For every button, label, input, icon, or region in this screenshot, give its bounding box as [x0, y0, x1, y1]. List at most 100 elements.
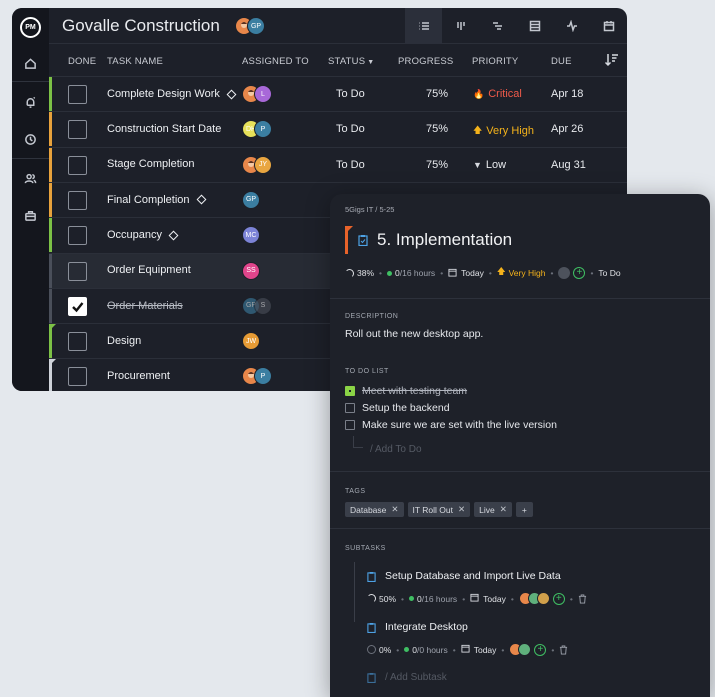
- task-name[interactable]: Complete Design Work: [107, 77, 237, 111]
- subtask-progress[interactable]: 50%: [379, 594, 396, 604]
- task-progress[interactable]: 75%: [426, 88, 448, 100]
- column-header-done[interactable]: DONE: [68, 56, 96, 67]
- trash-icon[interactable]: [559, 645, 568, 655]
- task-hours[interactable]: 0/16 hours: [395, 268, 435, 278]
- todo-item[interactable]: Make sure we are set with the live versi…: [345, 419, 557, 431]
- board-view-icon[interactable]: [442, 8, 479, 44]
- done-checkbox[interactable]: [68, 261, 87, 281]
- add-assignee-icon[interactable]: +: [573, 267, 586, 279]
- done-checkbox[interactable]: [68, 226, 87, 246]
- gantt-view-icon[interactable]: [479, 8, 516, 44]
- assignees[interactable]: GP S: [242, 296, 272, 315]
- task-name[interactable]: Procurement: [107, 359, 235, 391]
- avatar[interactable]: [518, 643, 532, 656]
- breadcrumb[interactable]: 5Gigs IT / 5-25: [345, 205, 394, 214]
- add-todo-input[interactable]: / Add To Do: [370, 444, 422, 455]
- bell-icon[interactable]: [12, 89, 49, 115]
- task-title[interactable]: 5. Implementation: [377, 230, 512, 250]
- trash-icon[interactable]: [578, 594, 587, 604]
- avatar[interactable]: GP: [247, 17, 265, 35]
- add-assignee-icon[interactable]: +: [534, 643, 547, 656]
- task-progress[interactable]: 38%: [357, 268, 374, 278]
- assignees[interactable]: SS: [242, 261, 260, 280]
- task-name[interactable]: Order Materials: [107, 289, 235, 323]
- avatar[interactable]: [536, 592, 550, 605]
- done-checkbox[interactable]: [68, 190, 87, 210]
- done-checkbox[interactable]: [68, 332, 87, 352]
- subtask-hours[interactable]: 0/0 hours: [412, 645, 447, 655]
- done-checkbox[interactable]: [68, 85, 87, 104]
- remove-tag-icon[interactable]: ✕: [458, 504, 465, 515]
- column-header-priority[interactable]: PRIORITY: [472, 56, 518, 67]
- avatar[interactable]: SS: [242, 261, 260, 280]
- assignees[interactable]: L: [242, 85, 272, 103]
- assignees[interactable]: MC: [242, 226, 260, 245]
- subtask-date[interactable]: Today: [483, 594, 506, 604]
- task-priority[interactable]: ▼ Low: [473, 159, 506, 171]
- task-due-date[interactable]: Aug 31: [551, 159, 586, 171]
- table-view-icon[interactable]: [516, 8, 553, 44]
- task-row[interactable]: Construction Start Date DH P To Do 75% 🡅 Very …: [49, 111, 627, 147]
- task-name[interactable]: Final Completion: [107, 183, 235, 217]
- task-name[interactable]: Order Equipment: [107, 254, 235, 288]
- avatar[interactable]: S: [254, 296, 272, 315]
- clock-icon[interactable]: [12, 126, 49, 152]
- list-view-icon[interactable]: [405, 8, 442, 44]
- avatar[interactable]: JW: [242, 332, 260, 351]
- task-name[interactable]: Design: [107, 324, 235, 358]
- done-checkbox[interactable]: [68, 296, 87, 316]
- column-header-status[interactable]: STATUS ▼: [328, 56, 374, 67]
- tag-chip[interactable]: Live ✕: [474, 502, 512, 517]
- add-tag-button[interactable]: +: [515, 502, 533, 517]
- task-due-date[interactable]: Apr 26: [551, 123, 583, 135]
- task-status[interactable]: To Do: [598, 268, 620, 278]
- remove-tag-icon[interactable]: ✕: [500, 504, 507, 515]
- task-name[interactable]: Occupancy: [107, 218, 235, 252]
- todo-item[interactable]: Setup the backend: [345, 402, 450, 414]
- task-progress[interactable]: 75%: [426, 159, 448, 171]
- task-name[interactable]: Stage Completion: [107, 148, 235, 182]
- assignees[interactable]: GP: [242, 190, 260, 209]
- avatar[interactable]: L: [254, 85, 272, 103]
- task-date[interactable]: Today: [461, 268, 484, 278]
- task-priority[interactable]: 🔥 Critical: [473, 88, 522, 100]
- app-logo[interactable]: PM: [20, 17, 41, 38]
- avatar[interactable]: MC: [242, 226, 260, 245]
- remove-tag-icon[interactable]: ✕: [391, 504, 398, 515]
- assignees[interactable]: P: [242, 367, 272, 386]
- todo-checkbox[interactable]: [345, 403, 355, 413]
- briefcase-icon[interactable]: [12, 202, 49, 228]
- task-progress[interactable]: 75%: [426, 123, 448, 135]
- avatar[interactable]: GP: [242, 190, 260, 209]
- avatar[interactable]: P: [254, 120, 272, 139]
- users-icon[interactable]: [12, 165, 49, 191]
- column-header-due[interactable]: DUE: [551, 56, 572, 67]
- todo-checkbox[interactable]: [345, 386, 355, 396]
- column-header-assigned[interactable]: ASSIGNED TO: [242, 56, 309, 67]
- avatar[interactable]: JY: [254, 155, 272, 174]
- column-header-progress[interactable]: PROGRESS: [398, 56, 453, 67]
- assignees[interactable]: JY: [242, 155, 272, 174]
- done-checkbox[interactable]: [68, 155, 87, 175]
- project-members[interactable]: GP: [235, 17, 265, 35]
- task-priority[interactable]: 🡅 Very High: [473, 123, 534, 139]
- dashboard-view-icon[interactable]: [553, 8, 590, 44]
- todo-item[interactable]: Meet with testing team: [345, 385, 467, 397]
- todo-checkbox[interactable]: [345, 420, 355, 430]
- task-priority[interactable]: Very High: [509, 268, 546, 278]
- avatar[interactable]: P: [254, 367, 272, 386]
- subtask-date[interactable]: Today: [474, 645, 497, 655]
- assignees[interactable]: JW: [242, 332, 260, 351]
- column-header-task-name[interactable]: TASK NAME: [107, 56, 163, 67]
- task-name[interactable]: Construction Start Date: [107, 112, 235, 146]
- done-checkbox[interactable]: [68, 120, 87, 140]
- calendar-view-icon[interactable]: [590, 8, 627, 44]
- description-text[interactable]: Roll out the new desktop app.: [345, 328, 483, 340]
- task-status[interactable]: To Do: [336, 88, 365, 100]
- tag-chip[interactable]: IT Roll Out ✕: [407, 502, 471, 517]
- task-status[interactable]: To Do: [336, 123, 365, 135]
- subtask-title-row[interactable]: Integrate Desktop: [367, 621, 468, 633]
- task-due-date[interactable]: Apr 18: [551, 88, 583, 100]
- add-assignee-icon[interactable]: +: [552, 592, 565, 605]
- subtask-title-row[interactable]: Setup Database and Import Live Data: [367, 570, 561, 582]
